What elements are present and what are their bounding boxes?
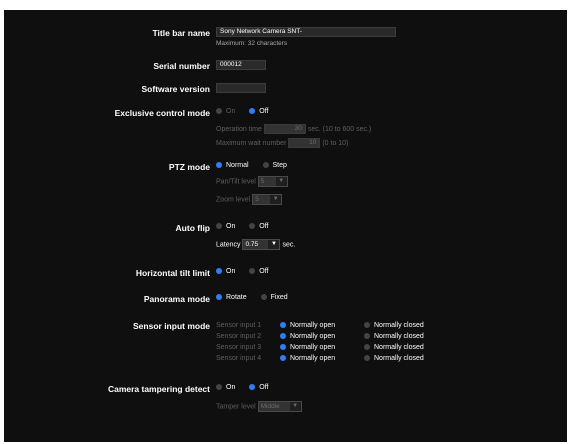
panorama-label: Panorama mode bbox=[143, 294, 210, 304]
chevron-down-icon: ▼ bbox=[270, 195, 282, 204]
tamper-on-radio[interactable]: On bbox=[216, 384, 235, 391]
radio-dot-icon bbox=[262, 162, 269, 169]
sensor-input-name: Sensor input 1 bbox=[216, 322, 262, 330]
title-bar-label: Title bar name bbox=[152, 28, 210, 38]
h-tilt-label: Horizontal tilt limit bbox=[135, 268, 210, 278]
max-wait-input[interactable]: 10 bbox=[288, 138, 321, 148]
sensor-line: Sensor input 1 Normally open Normally clos… bbox=[216, 320, 424, 331]
software-label: Software version bbox=[141, 84, 211, 94]
sensor-2-open-radio[interactable]: Normally open bbox=[280, 331, 364, 342]
software-input[interactable] bbox=[216, 83, 266, 93]
radio-dot-icon bbox=[216, 108, 222, 115]
sensor-3-closed-radio[interactable]: Normally closed bbox=[364, 342, 424, 353]
tamper-level-select[interactable]: Middle ▼ bbox=[257, 401, 302, 412]
serial-label: Serial number bbox=[153, 61, 210, 71]
radio-dot-icon bbox=[280, 355, 286, 362]
radio-dot-icon bbox=[280, 322, 286, 329]
radio-dot-icon bbox=[364, 344, 370, 351]
exclusive-on-radio[interactable]: On bbox=[216, 108, 235, 115]
op-time-suffix: sec. (10 to 600 sec.) bbox=[307, 125, 372, 133]
max-wait-suffix: (0 to 10) bbox=[322, 139, 349, 147]
radio-dot-icon bbox=[216, 223, 222, 230]
radio-dot-icon bbox=[216, 294, 222, 301]
title-bar-note: Maximum: 32 characters bbox=[216, 40, 288, 47]
ptz-step-radio[interactable]: Step bbox=[262, 162, 287, 169]
auto-flip-on-radio[interactable]: On bbox=[216, 223, 235, 230]
sensor-1-open-radio[interactable]: Normally open bbox=[280, 320, 364, 331]
h-tilt-off-radio[interactable]: Off bbox=[249, 268, 269, 275]
op-time-input[interactable]: 30 bbox=[263, 124, 306, 134]
sensor-label: Sensor input mode bbox=[133, 321, 210, 331]
radio-dot-icon bbox=[249, 268, 256, 275]
sensor-4-closed-radio[interactable]: Normally closed bbox=[364, 353, 424, 364]
sensor-line: Sensor input 4 Normally open Normally clos… bbox=[216, 353, 424, 364]
radio-dot-icon bbox=[216, 384, 222, 391]
sensor-input-name: Sensor input 2 bbox=[216, 333, 262, 341]
serial-input[interactable]: 000012 bbox=[216, 60, 266, 70]
sensor-input-name: Sensor input 3 bbox=[216, 344, 262, 352]
radio-dot-icon bbox=[280, 344, 286, 351]
chevron-down-icon: ▼ bbox=[275, 177, 287, 186]
latency-suffix: sec. bbox=[282, 241, 296, 249]
zoom-label: Zoom level bbox=[216, 196, 251, 204]
zoom-select[interactable]: 5 ▼ bbox=[252, 194, 283, 205]
latency-select[interactable]: 0.75 ▼ bbox=[242, 239, 281, 250]
exclusive-label: Exclusive control mode bbox=[114, 108, 210, 118]
ptz-normal-radio[interactable]: Normal bbox=[216, 162, 249, 169]
tamper-label: Camera tampering detect bbox=[107, 384, 210, 394]
radio-dot-icon bbox=[364, 355, 370, 362]
op-time-label: Operation time bbox=[216, 125, 262, 133]
radio-dot-icon bbox=[280, 333, 286, 340]
settings-panel: Title bar name Sony Network Camera SNT- … bbox=[4, 10, 567, 442]
radio-dot-icon bbox=[364, 322, 370, 329]
panorama-rotate-radio[interactable]: Rotate bbox=[216, 294, 247, 301]
title-bar-input[interactable]: Sony Network Camera SNT- bbox=[216, 27, 396, 37]
radio-dot-icon bbox=[364, 333, 370, 340]
auto-flip-label: Auto flip bbox=[175, 223, 210, 233]
pan-tilt-select[interactable]: 5 ▼ bbox=[257, 176, 288, 187]
h-tilt-on-radio[interactable]: On bbox=[216, 268, 235, 275]
tamper-level-label: Tamper level bbox=[216, 403, 256, 411]
radio-dot-icon bbox=[216, 162, 222, 169]
latency-label: Latency bbox=[216, 241, 241, 249]
sensor-line: Sensor input 3 Normally open Normally clos… bbox=[216, 342, 424, 353]
sensor-4-open-radio[interactable]: Normally open bbox=[280, 353, 364, 364]
exclusive-off-radio[interactable]: Off bbox=[249, 108, 269, 115]
chevron-down-icon: ▼ bbox=[289, 402, 301, 411]
tamper-off-radio[interactable]: Off bbox=[249, 384, 269, 391]
sensor-3-open-radio[interactable]: Normally open bbox=[280, 342, 364, 353]
sensor-input-name: Sensor input 4 bbox=[216, 355, 262, 363]
pan-tilt-label: Pan/Tilt level bbox=[216, 178, 256, 186]
radio-dot-icon bbox=[249, 108, 256, 115]
radio-dot-icon bbox=[260, 294, 267, 301]
radio-dot-icon bbox=[249, 384, 256, 391]
auto-flip-off-radio[interactable]: Off bbox=[249, 223, 269, 230]
sensor-1-closed-radio[interactable]: Normally closed bbox=[364, 320, 424, 331]
radio-dot-icon bbox=[216, 268, 222, 275]
panorama-fixed-radio[interactable]: Fixed bbox=[260, 294, 288, 301]
max-wait-label: Maximum wait number bbox=[216, 139, 287, 147]
sensor-line: Sensor input 2 Normally open Normally clos… bbox=[216, 331, 424, 342]
sensor-2-closed-radio[interactable]: Normally closed bbox=[364, 331, 424, 342]
ptz-label: PTZ mode bbox=[168, 162, 210, 172]
chevron-down-icon: ▼ bbox=[268, 240, 280, 249]
radio-dot-icon bbox=[249, 223, 256, 230]
